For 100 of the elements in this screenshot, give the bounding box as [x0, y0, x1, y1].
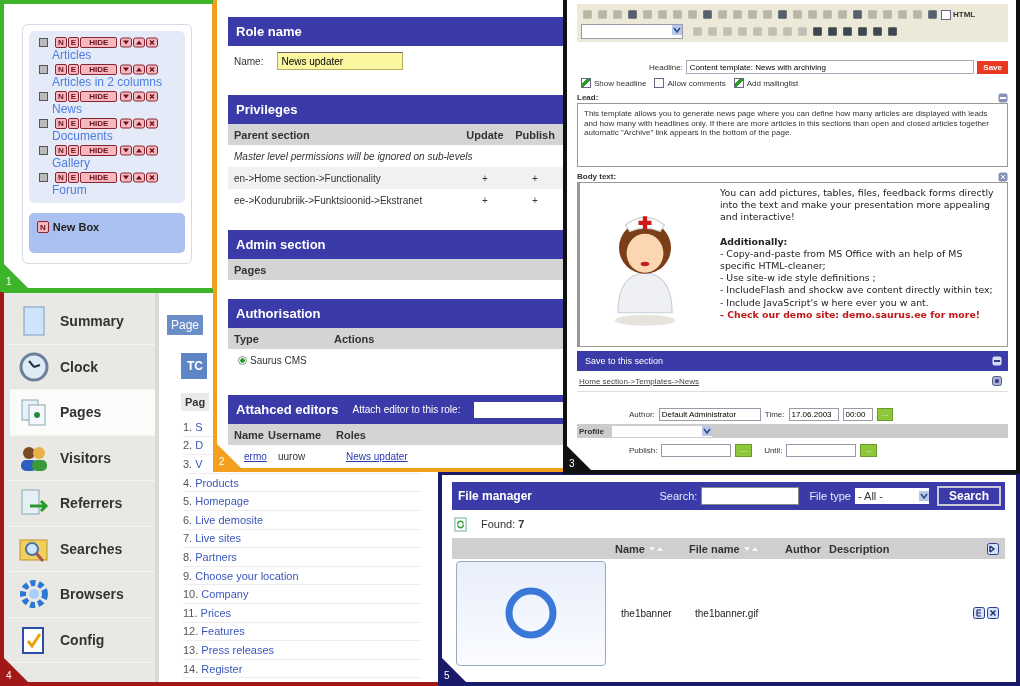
- hide-button[interactable]: HIDE: [80, 117, 118, 129]
- column-header[interactable]: Name: [615, 542, 645, 555]
- file-type-dropdown[interactable]: - All -: [854, 488, 929, 504]
- toolbar-icon[interactable]: [926, 8, 939, 21]
- toolbar-icon[interactable]: [886, 25, 899, 38]
- date-field[interactable]: 17.06.2003: [788, 407, 839, 421]
- page-link[interactable]: 13. Press releases: [183, 643, 275, 656]
- edit-button[interactable]: E: [67, 36, 80, 48]
- page-link[interactable]: 14. Register: [183, 662, 243, 675]
- page-link[interactable]: 9. Choose your location: [183, 569, 299, 582]
- toolbar-icon[interactable]: [826, 25, 839, 38]
- section-path-link[interactable]: Home section->Templates->News: [579, 376, 700, 386]
- toolbar-icon[interactable]: [776, 8, 789, 21]
- move-down-icon[interactable]: [120, 171, 133, 183]
- columns-icon[interactable]: [987, 542, 999, 555]
- hide-button[interactable]: HIDE: [80, 63, 118, 75]
- toolbar-icon[interactable]: [811, 25, 824, 38]
- edit-icon[interactable]: [973, 607, 985, 619]
- edit-button[interactable]: E: [67, 90, 80, 102]
- headline-field[interactable]: Content template: News with archiving: [685, 60, 975, 74]
- checkbox[interactable]: [733, 78, 744, 88]
- refresh-icon[interactable]: [454, 516, 467, 532]
- page-link[interactable]: 10. Company: [183, 588, 249, 601]
- delete-icon[interactable]: [146, 171, 159, 183]
- column-header[interactable]: File name: [689, 542, 740, 555]
- edit-button[interactable]: E: [67, 144, 80, 156]
- delete-icon[interactable]: [146, 63, 159, 75]
- new-button[interactable]: N: [55, 36, 67, 48]
- move-up-icon[interactable]: [133, 144, 146, 156]
- delete-icon[interactable]: [146, 144, 159, 156]
- sidebar-item[interactable]: Browsers: [10, 572, 155, 618]
- move-down-icon[interactable]: [120, 117, 133, 129]
- column-header[interactable]: Author: [785, 542, 822, 555]
- style-dropdown[interactable]: [581, 24, 683, 39]
- close-icon[interactable]: [998, 171, 1008, 182]
- sidebar-item[interactable]: Referrers: [10, 481, 155, 527]
- delete-icon[interactable]: [146, 36, 159, 48]
- edit-button[interactable]: E: [67, 171, 80, 183]
- new-button[interactable]: N: [55, 90, 67, 102]
- sidebar-item[interactable]: Pages: [10, 390, 155, 436]
- page-link[interactable]: 1. S: [183, 420, 203, 433]
- publish-date-field[interactable]: [661, 443, 732, 457]
- checkbox[interactable]: [654, 78, 665, 88]
- hide-button[interactable]: HIDE: [80, 144, 118, 156]
- toolbar-icon[interactable]: [701, 8, 714, 21]
- toolbar-icon[interactable]: [851, 8, 864, 21]
- time-field[interactable]: 00:00: [842, 407, 873, 421]
- page-link[interactable]: 3. V: [183, 458, 203, 470]
- hide-button[interactable]: HIDE: [80, 36, 118, 48]
- sidebar-item[interactable]: Summary: [10, 299, 155, 345]
- move-up-icon[interactable]: [133, 36, 146, 48]
- toolbar-icon[interactable]: [856, 25, 869, 38]
- page-link[interactable]: 5. Homepage: [183, 495, 250, 508]
- move-up-icon[interactable]: [133, 171, 146, 183]
- delete-icon[interactable]: [987, 607, 999, 619]
- move-down-icon[interactable]: [120, 90, 133, 102]
- page-link[interactable]: 2. D: [183, 439, 204, 452]
- hide-button[interactable]: HIDE: [80, 171, 118, 183]
- hide-button[interactable]: HIDE: [80, 90, 118, 102]
- new-button[interactable]: N: [55, 117, 67, 129]
- toolbar-icon[interactable]: [841, 25, 854, 38]
- delete-icon[interactable]: [146, 90, 159, 102]
- move-up-icon[interactable]: [133, 117, 146, 129]
- search-field[interactable]: [701, 487, 800, 505]
- checkbox[interactable]: [581, 78, 591, 88]
- lead-text-area[interactable]: [577, 103, 1008, 167]
- page-link[interactable]: 4. Products: [183, 476, 239, 489]
- page-link[interactable]: 8. Partners: [183, 550, 237, 563]
- body-text-area[interactable]: [577, 182, 1008, 347]
- new-button[interactable]: N: [55, 144, 67, 156]
- new-button[interactable]: N: [55, 63, 67, 75]
- page-link[interactable]: 12. Features: [183, 625, 245, 638]
- until-date-field[interactable]: [786, 443, 857, 457]
- new-button[interactable]: N: [55, 171, 67, 183]
- move-down-icon[interactable]: [120, 144, 133, 156]
- column-header[interactable]: Description: [829, 542, 890, 555]
- move-up-icon[interactable]: [133, 90, 146, 102]
- toolbar-icon[interactable]: [871, 25, 884, 38]
- page-link[interactable]: 11. Prices: [183, 606, 232, 619]
- toolbar-icon[interactable]: [626, 8, 639, 21]
- save-button[interactable]: Save: [977, 60, 1008, 74]
- move-up-icon[interactable]: [133, 63, 146, 75]
- move-down-icon[interactable]: [120, 63, 133, 75]
- role-link[interactable]: News updater: [346, 450, 408, 462]
- sidebar-item[interactable]: Config: [10, 617, 155, 663]
- sidebar-item[interactable]: Searches: [10, 526, 155, 572]
- html-checkbox[interactable]: [941, 9, 951, 20]
- editor-name-link[interactable]: ermo: [244, 450, 278, 462]
- sidebar-item[interactable]: Visitors: [10, 435, 155, 481]
- edit-button[interactable]: E: [67, 63, 80, 75]
- page-link[interactable]: 7. Live sites: [183, 532, 242, 545]
- search-button[interactable]: Search: [936, 486, 1001, 506]
- delete-icon[interactable]: [146, 117, 159, 129]
- edit-button[interactable]: E: [67, 117, 80, 129]
- role-name-field[interactable]: News updater: [277, 52, 404, 70]
- new-button[interactable]: N: [37, 221, 49, 233]
- author-field[interactable]: Default Administrator: [658, 407, 761, 421]
- add-icon[interactable]: [992, 376, 1002, 386]
- move-down-icon[interactable]: [120, 36, 133, 48]
- collapse-icon[interactable]: [992, 356, 1002, 366]
